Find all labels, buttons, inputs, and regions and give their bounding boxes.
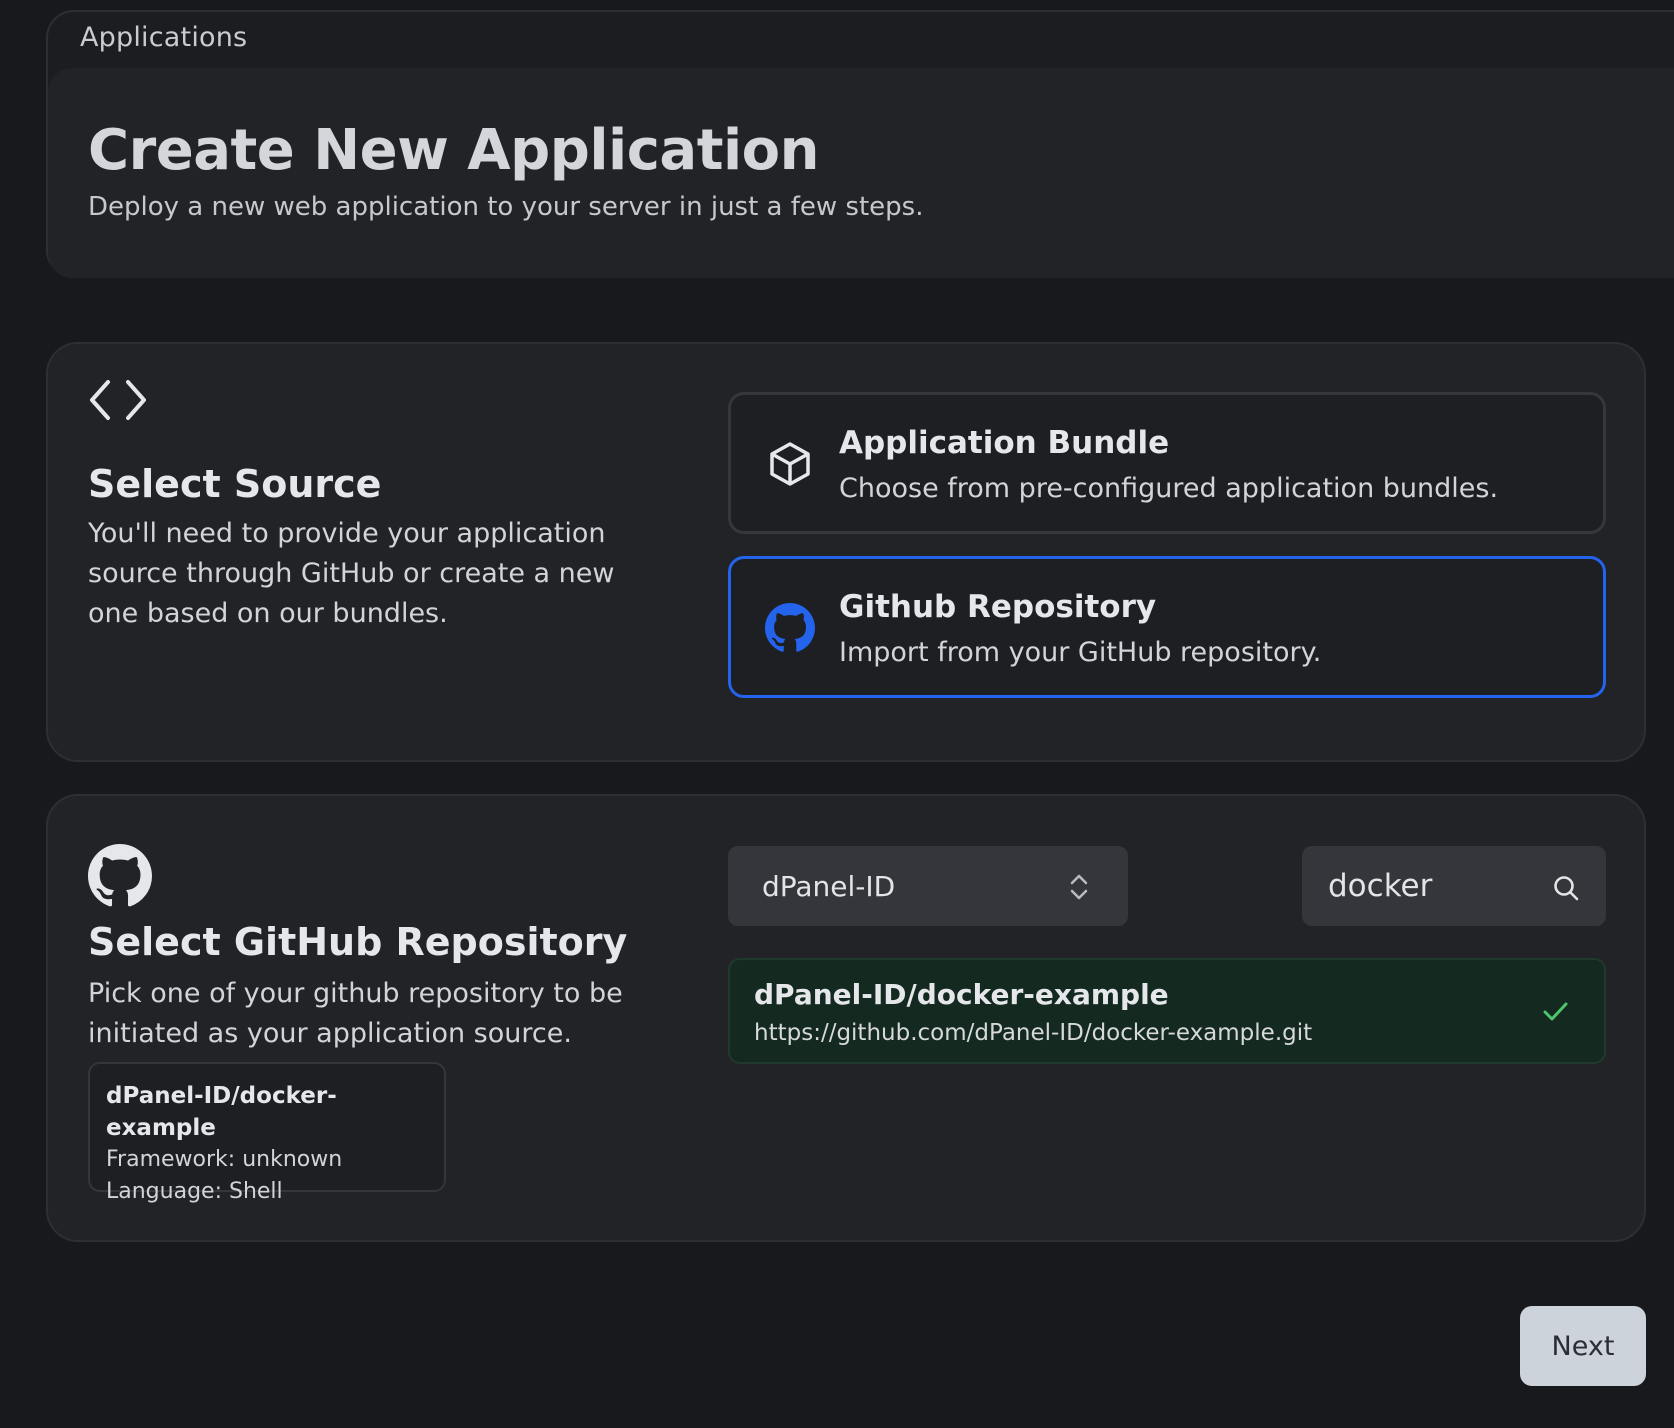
organization-select[interactable]: dPanel-ID: [728, 846, 1128, 926]
repository-url: https://github.com/dPanel-ID/docker-exam…: [754, 1020, 1313, 1046]
select-source-section: Select Source You'll need to provide you…: [46, 342, 1646, 762]
select-repository-description: Pick one of your github repository to be…: [88, 978, 623, 1049]
selected-repository-summary: dPanel-ID/docker-example Framework: unkn…: [88, 1062, 446, 1204]
page-title: Create New Application: [88, 118, 820, 183]
option-application-bundle[interactable]: Application Bundle Choose from pre-confi…: [728, 392, 1606, 534]
repository-name: dPanel-ID/docker-example: [754, 978, 1169, 1011]
summary-repository-name: dPanel-ID/docker-example: [106, 1083, 337, 1141]
code-brackets-icon: [88, 378, 148, 426]
option-title: Application Bundle: [839, 425, 1170, 461]
repository-search: [1302, 846, 1606, 926]
github-icon: [88, 844, 152, 912]
option-github-repository[interactable]: Github Repository Import from your GitHu…: [728, 556, 1606, 698]
select-repository-section: Select GitHub Repository Pick one of you…: [46, 794, 1646, 1242]
page-subtitle: Deploy a new web application to your ser…: [88, 192, 924, 222]
github-icon: [765, 603, 815, 653]
organization-select-value: dPanel-ID: [762, 870, 896, 903]
check-icon: [1540, 996, 1570, 1026]
option-title: Github Repository: [839, 589, 1157, 625]
select-source-title: Select Source: [88, 462, 382, 506]
search-icon[interactable]: [1552, 874, 1580, 902]
search-input[interactable]: [1328, 864, 1548, 908]
breadcrumb-applications[interactable]: Applications: [80, 22, 247, 53]
select-repository-title: Select GitHub Repository: [88, 920, 628, 964]
next-button[interactable]: Next: [1520, 1306, 1646, 1386]
option-description: Choose from pre-configured application b…: [839, 473, 1499, 504]
summary-framework: Framework: unknown: [106, 1147, 343, 1172]
option-description: Import from your GitHub repository.: [839, 637, 1322, 668]
package-cube-icon: [765, 439, 815, 489]
summary-language: Language: Shell: [106, 1179, 283, 1204]
chevron-up-down-icon: [1068, 872, 1090, 902]
page: Applications Create New Application Depl…: [0, 0, 1674, 1428]
select-source-description: You'll need to provide your application …: [88, 518, 615, 629]
repository-result-item[interactable]: dPanel-ID/docker-example https://github.…: [728, 958, 1606, 1064]
